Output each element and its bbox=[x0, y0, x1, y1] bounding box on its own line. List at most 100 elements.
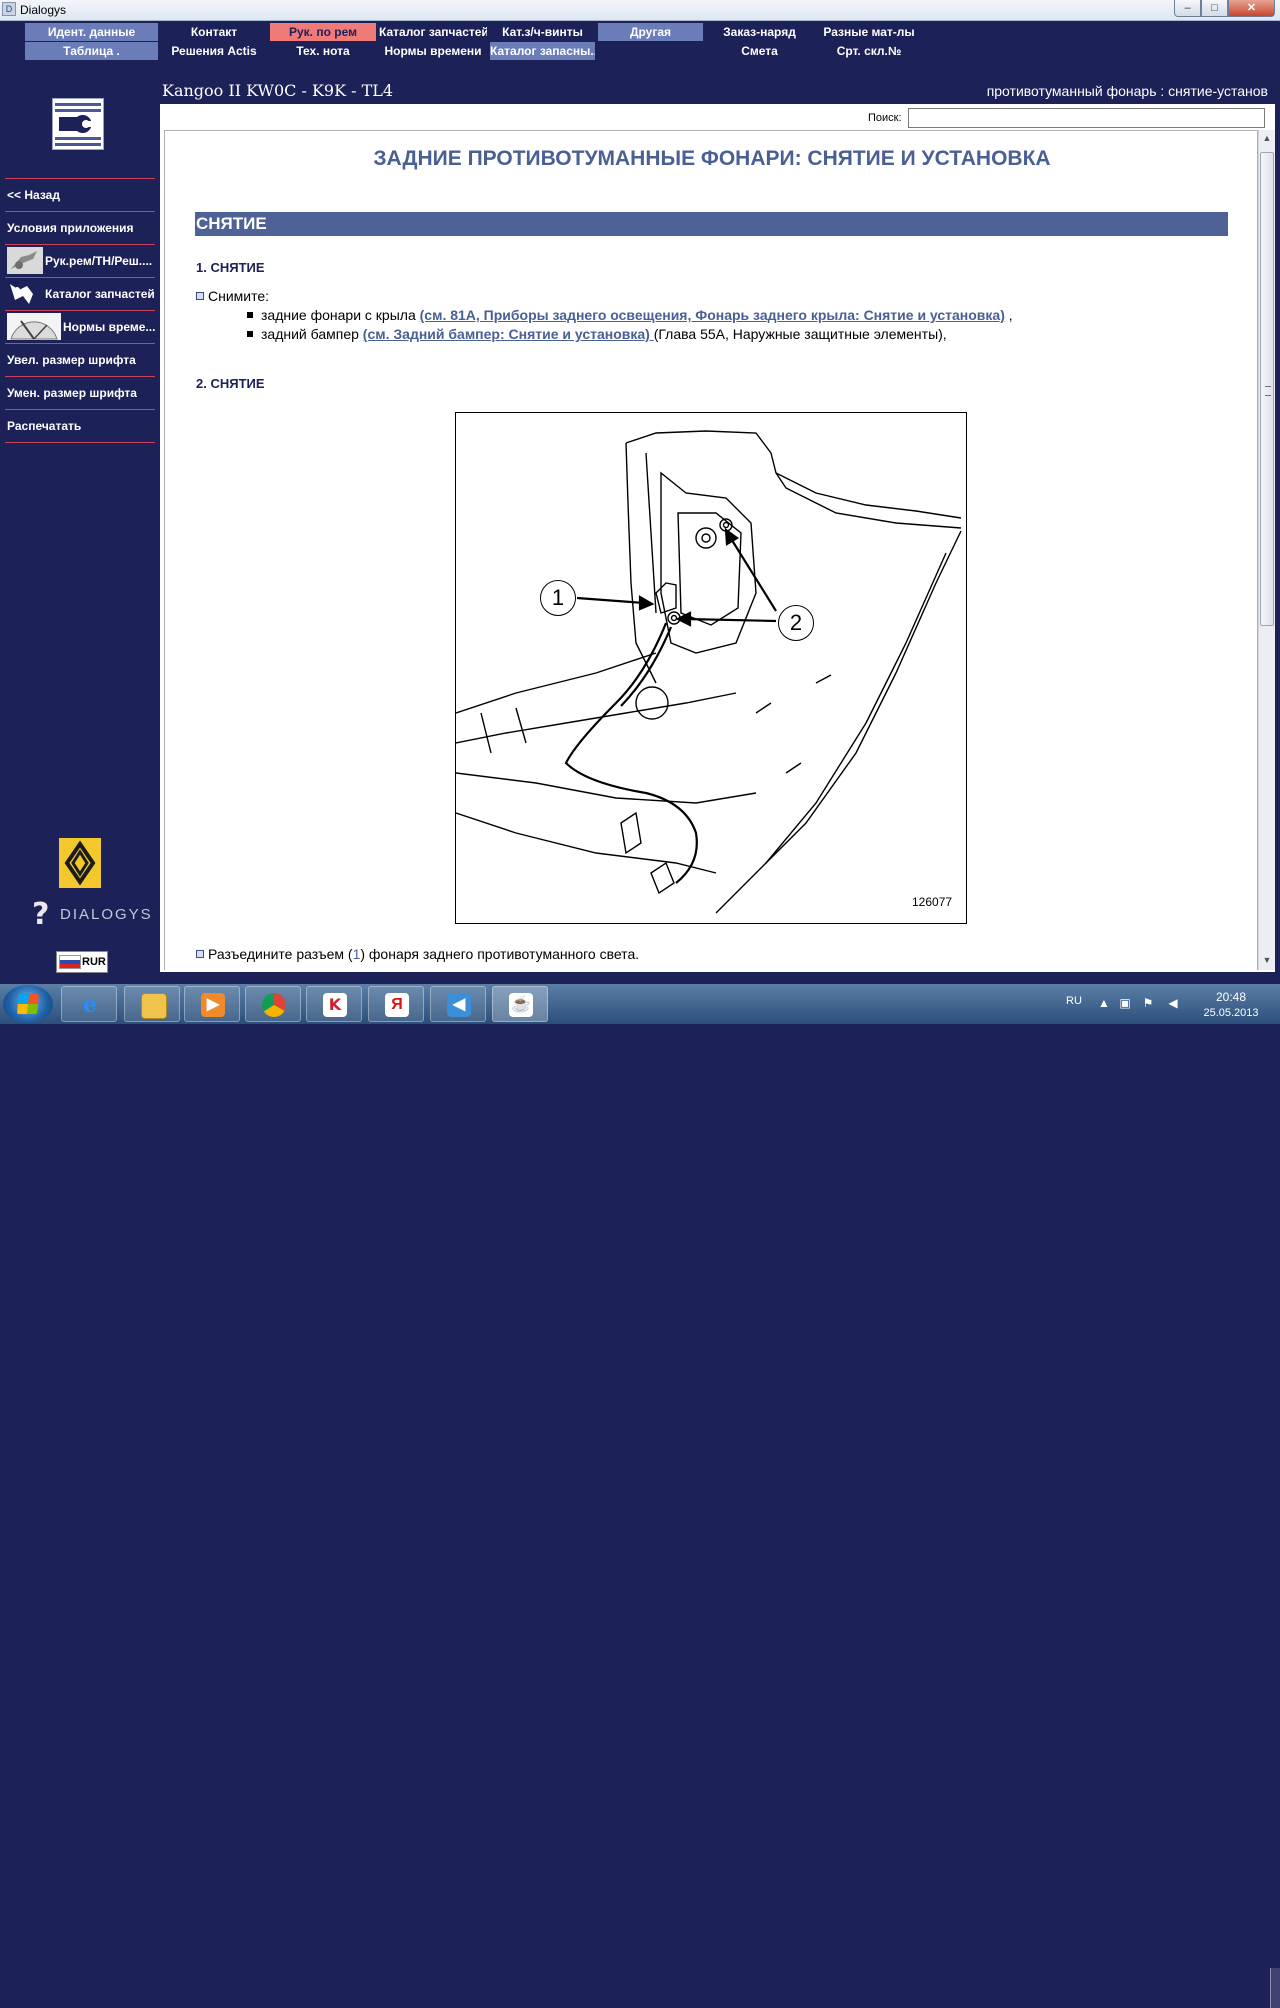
parts-thumb-icon bbox=[7, 280, 43, 307]
bumper-drawing bbox=[455, 430, 962, 914]
yandex-icon: Я bbox=[385, 993, 409, 1017]
menu-screws-catalog[interactable]: Кат.з/ч-винты bbox=[490, 23, 595, 41]
nav-divider bbox=[5, 442, 155, 443]
list-item: задние фонари с крыла (см. 81A, Приборы … bbox=[247, 307, 1013, 323]
dialogys-wordmark: DIALOGYS bbox=[60, 906, 153, 923]
taskbar-app-media[interactable]: ▶ bbox=[184, 986, 240, 1022]
link-rear-wing-lamp[interactable]: (см. 81A, Приборы заднего освещения, Фон… bbox=[420, 307, 1005, 323]
kaspersky-icon: K bbox=[323, 993, 347, 1017]
bullet1-tail: , bbox=[1004, 307, 1013, 323]
technical-figure: 1 2 126077 bbox=[455, 412, 967, 924]
instruction-post: ) фонаря заднего противотуманного света. bbox=[360, 946, 640, 962]
tray-network-icon[interactable]: ▣ bbox=[1118, 996, 1132, 1010]
taskbar-app-java[interactable]: ☕ bbox=[492, 986, 548, 1022]
java-icon: ☕ bbox=[509, 993, 533, 1017]
russian-flag-icon bbox=[59, 955, 81, 969]
nav-application-conditions[interactable]: Условия приложения bbox=[5, 211, 155, 243]
nav-decrease-font-label: Умен. размер шрифта bbox=[7, 386, 137, 400]
menu-tech-note[interactable]: Тех. нота bbox=[270, 42, 376, 60]
bullet2-tail: (Глава 55A, Наружные защитные элементы), bbox=[653, 326, 947, 342]
tray-arrow-icon[interactable]: ▲ bbox=[1097, 996, 1111, 1010]
ie-icon: e bbox=[83, 992, 97, 1018]
taskbar-app-yandex[interactable]: Я bbox=[368, 986, 424, 1022]
vertical-scrollbar[interactable]: ▲ ▼ bbox=[1258, 130, 1275, 970]
callout-2: 2 bbox=[778, 605, 814, 641]
menu-parts-catalog[interactable]: Каталог запчастей bbox=[379, 23, 487, 41]
scroll-down-icon[interactable]: ▼ bbox=[1259, 952, 1275, 969]
chrome-icon bbox=[262, 993, 286, 1017]
nav-repair-manual[interactable]: Рук.рем/ТН/Реш.... bbox=[5, 244, 155, 276]
nav-print-label: Распечатать bbox=[7, 419, 82, 433]
step2-instruction: Разъедините разъем (1) фонаря заднего пр… bbox=[196, 946, 639, 962]
explorer-icon bbox=[141, 993, 167, 1019]
wrench-icon bbox=[52, 98, 104, 150]
figure-number: 126077 bbox=[912, 895, 953, 909]
tray-language[interactable]: RU bbox=[1066, 995, 1082, 1007]
scrollbar-thumb[interactable] bbox=[1260, 152, 1274, 626]
menu-estimate[interactable]: Смета bbox=[706, 42, 813, 60]
menu-other[interactable]: Другая bbox=[598, 23, 703, 41]
menu-misc-materials[interactable]: Разные мат-лы bbox=[816, 23, 922, 41]
sidebar: << Назад Условия приложения Рук.рем/ТН/Р… bbox=[0, 60, 160, 980]
menu-table[interactable]: Таблица . bbox=[25, 42, 158, 60]
bullet-icon bbox=[247, 312, 253, 318]
menu-ident-data[interactable]: Идент. данные bbox=[25, 23, 158, 41]
menu-repair-manual[interactable]: Рук. по рем bbox=[270, 23, 376, 41]
nav-repair-manual-label: Рук.рем/ТН/Реш.... bbox=[45, 254, 153, 268]
media-player-icon: ▶ bbox=[201, 993, 225, 1017]
bullet1-text: задние фонари с крыла bbox=[261, 307, 420, 323]
tray-volume-icon[interactable]: ◀ bbox=[1166, 996, 1180, 1010]
menu-work-order[interactable]: Заказ-наряд bbox=[706, 23, 813, 41]
manual-thumb-icon bbox=[7, 247, 43, 274]
clock-thumb-icon bbox=[7, 313, 61, 340]
search-label: Поиск: bbox=[868, 112, 902, 124]
nav-increase-font[interactable]: Увел. размер шрифта bbox=[5, 343, 155, 375]
grip-icon bbox=[1265, 386, 1271, 396]
tray-flag-icon[interactable]: ⚑ bbox=[1141, 996, 1155, 1010]
list-item: задний бампер (см. Задний бампер: Снятие… bbox=[247, 326, 947, 342]
scroll-up-icon[interactable]: ▲ bbox=[1259, 130, 1275, 147]
nav-labour-times[interactable]: Нормы време... bbox=[5, 310, 155, 342]
taskbar-app-kaspersky[interactable]: K bbox=[306, 986, 362, 1022]
menu-stock-number[interactable]: Срт. скл.№ bbox=[816, 42, 922, 60]
show-desktop-button[interactable] bbox=[1270, 1968, 1280, 2008]
step1-intro-text: Снимите: bbox=[208, 288, 270, 304]
minimize-button[interactable]: – bbox=[1174, 0, 1201, 17]
link-rear-bumper[interactable]: (см. Задний бампер: Снятие и установка) bbox=[363, 326, 654, 342]
menu-actis-solutions[interactable]: Решения Actis bbox=[161, 42, 267, 60]
nav-increase-font-label: Увел. размер шрифта bbox=[7, 353, 136, 367]
volume-app-icon: ◀ bbox=[447, 993, 471, 1017]
document-view: ЗАДНИЕ ПРОТИВОТУМАННЫЕ ФОНАРИ: СНЯТИЕ И … bbox=[164, 130, 1258, 970]
step1-intro: Снимите: bbox=[196, 288, 269, 304]
close-button[interactable]: ✕ bbox=[1228, 0, 1275, 17]
taskbar-app-volume[interactable]: ◀ bbox=[430, 986, 486, 1022]
bullet2-text: задний бампер bbox=[261, 326, 363, 342]
maximize-button[interactable]: □ bbox=[1201, 0, 1228, 17]
taskbar-app-ie[interactable]: e bbox=[61, 986, 117, 1022]
section-header: СНЯТИЕ bbox=[195, 212, 1228, 236]
menu-contact[interactable]: Контакт bbox=[161, 23, 267, 41]
nav-parts-catalog[interactable]: Каталог запчастей bbox=[5, 277, 155, 309]
taskbar-app-chrome[interactable] bbox=[245, 986, 301, 1022]
dialogys-logo: ? DIALOGYS bbox=[32, 897, 151, 932]
windows-logo-icon bbox=[16, 994, 40, 1014]
language-selector[interactable]: RUR bbox=[56, 951, 108, 973]
nav-decrease-font[interactable]: Умен. размер шрифта bbox=[5, 376, 155, 408]
vehicle-title: Kangoo II KW0C - K9K - TL4 bbox=[162, 81, 394, 100]
clock-date[interactable]: 25.05.2013 bbox=[1196, 1007, 1266, 1019]
search-input[interactable] bbox=[908, 108, 1265, 128]
app-icon: D bbox=[2, 2, 16, 16]
square-bullet-icon bbox=[196, 950, 204, 958]
square-bullet-icon bbox=[196, 292, 204, 300]
taskbar-app-explorer[interactable] bbox=[124, 986, 180, 1022]
start-button[interactable] bbox=[3, 985, 53, 1023]
menu-spare-parts-catalog[interactable]: Каталог запасны... bbox=[490, 42, 595, 60]
nav-print[interactable]: Распечатать bbox=[5, 409, 155, 441]
window-title: Dialogys bbox=[20, 3, 67, 17]
clock-time[interactable]: 20:48 bbox=[1196, 990, 1266, 1004]
menu-labour-times[interactable]: Нормы времени bbox=[379, 42, 487, 60]
nav-back[interactable]: << Назад bbox=[5, 178, 155, 210]
bullet-icon bbox=[247, 331, 253, 337]
dialogys-question-icon: ? bbox=[32, 897, 50, 932]
nav-application-conditions-label: Условия приложения bbox=[7, 221, 134, 235]
